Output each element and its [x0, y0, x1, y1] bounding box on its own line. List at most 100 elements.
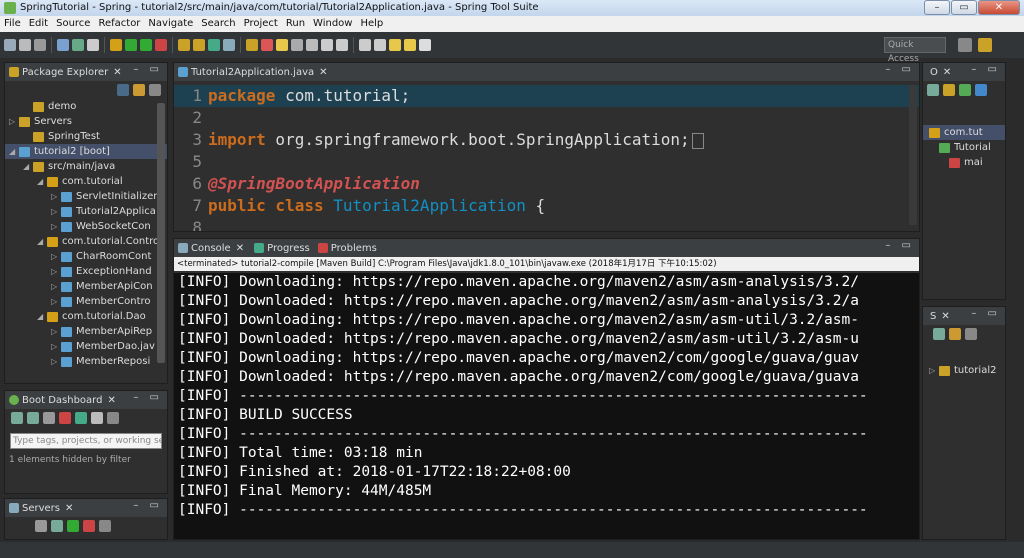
- open-folder-icon[interactable]: [246, 39, 258, 51]
- tree-item[interactable]: ◢ com.tutorial.Contro: [5, 234, 167, 249]
- outline-item[interactable]: Tutorial: [923, 140, 1005, 155]
- tree-item[interactable]: ▷ MemberApiRep: [5, 324, 167, 339]
- view-controls[interactable]: – ▭: [885, 64, 915, 75]
- sort-icon[interactable]: [927, 84, 939, 96]
- editor-tab[interactable]: Tutorial2Application.java ✕ – ▭: [174, 63, 919, 81]
- expand-arrow-icon[interactable]: ▷: [51, 204, 61, 219]
- view-controls[interactable]: – ▭: [971, 308, 1001, 319]
- tree-item[interactable]: ▷ Tutorial2Applica: [5, 204, 167, 219]
- properties-icon[interactable]: [57, 39, 69, 51]
- save-all-icon[interactable]: [34, 39, 46, 51]
- debug-start-icon[interactable]: [27, 412, 39, 424]
- block-selection-icon[interactable]: [321, 39, 333, 51]
- outline-tab[interactable]: O ✕ – ▭: [923, 63, 1005, 81]
- start-icon[interactable]: [11, 412, 23, 424]
- menu-help[interactable]: Help: [356, 16, 387, 32]
- expand-arrow-icon[interactable]: ▷: [9, 114, 19, 129]
- expand-arrow-icon[interactable]: ▷: [51, 189, 61, 204]
- menu-refactor[interactable]: Refactor: [94, 16, 144, 32]
- forward-icon[interactable]: [404, 39, 416, 51]
- expand-arrow-icon[interactable]: ◢: [37, 309, 47, 324]
- tree-item[interactable]: ▷ ServletInitializer: [5, 189, 167, 204]
- run-last-icon[interactable]: [140, 39, 152, 51]
- show-whitespace-icon[interactable]: [336, 39, 348, 51]
- expand-arrow-icon[interactable]: ▷: [929, 363, 939, 378]
- menu-project[interactable]: Project: [240, 16, 282, 32]
- pin-icon[interactable]: [291, 39, 303, 51]
- expand-arrow-icon[interactable]: ▷: [51, 324, 61, 339]
- view-menu-icon[interactable]: [965, 328, 977, 340]
- hide-static-icon[interactable]: [959, 84, 971, 96]
- view-menu-icon[interactable]: [149, 84, 161, 96]
- menu-icon[interactable]: [107, 412, 119, 424]
- search-icon[interactable]: [276, 39, 288, 51]
- tab-progress[interactable]: Progress: [267, 243, 310, 254]
- menu-file[interactable]: File: [0, 16, 25, 32]
- save-icon[interactable]: [19, 39, 31, 51]
- menu-search[interactable]: Search: [197, 16, 239, 32]
- tree-item[interactable]: ◢ com.tutorial: [5, 174, 167, 189]
- open-browser-icon[interactable]: [59, 412, 71, 424]
- package-explorer-tab[interactable]: Package Explorer ✕ – ▭: [5, 63, 167, 81]
- expand-arrow-icon[interactable]: ▷: [51, 339, 61, 354]
- menu-run[interactable]: Run: [282, 16, 309, 32]
- editor-scrollbar[interactable]: [909, 85, 917, 225]
- view-controls[interactable]: – ▭: [133, 392, 163, 403]
- code-area[interactable]: 1 package com.tutorial; 2 3 import org.sprin…: [174, 85, 919, 231]
- close-tab-icon[interactable]: ✕: [65, 503, 73, 514]
- link-with-editor-icon[interactable]: [133, 84, 145, 96]
- tree-item[interactable]: ◢ com.tutorial.Dao: [5, 309, 167, 324]
- next-annotation-icon[interactable]: [359, 39, 371, 51]
- expand-arrow-icon[interactable]: ▷: [51, 249, 61, 264]
- minimize-button[interactable]: –: [924, 0, 950, 15]
- outline-item[interactable]: com.tut: [923, 125, 1005, 140]
- close-tab-icon[interactable]: ✕: [941, 311, 949, 322]
- expand-arrow-icon[interactable]: ▷: [51, 279, 61, 294]
- back-icon[interactable]: [389, 39, 401, 51]
- debug-icon[interactable]: [110, 39, 122, 51]
- expand-arrow-icon[interactable]: ▷: [51, 294, 61, 309]
- tree-item[interactable]: ▷ MemberDao.jav: [5, 339, 167, 354]
- tab-console[interactable]: Console: [191, 243, 231, 254]
- previous-annotation-icon[interactable]: [374, 39, 386, 51]
- new-java-project-icon[interactable]: [178, 39, 190, 51]
- tree-item[interactable]: ◢ tutorial2 [boot]: [5, 144, 167, 159]
- quick-access-input[interactable]: Quick Access: [884, 37, 946, 64]
- menu-source[interactable]: Source: [52, 16, 94, 32]
- edit-icon[interactable]: [91, 412, 103, 424]
- terminal-icon[interactable]: [87, 39, 99, 51]
- spring-icon[interactable]: [72, 39, 84, 51]
- view-controls[interactable]: – ▭: [885, 240, 915, 251]
- new-icon[interactable]: [4, 39, 16, 51]
- tree-item[interactable]: ▷ WebSocketCon: [5, 219, 167, 234]
- expand-arrow-icon[interactable]: ◢: [37, 174, 47, 189]
- menu-icon[interactable]: [99, 520, 111, 532]
- start-server-icon[interactable]: [51, 520, 63, 532]
- spring-explorer-tab[interactable]: S ✕ – ▭: [923, 307, 1005, 325]
- run-icon[interactable]: [125, 39, 137, 51]
- stop-server-icon[interactable]: [83, 520, 95, 532]
- navigate-arrow-icon[interactable]: [419, 39, 431, 51]
- maximize-button[interactable]: ▭: [951, 0, 977, 15]
- new-package-icon[interactable]: [193, 39, 205, 51]
- spring-perspective-icon[interactable]: [978, 38, 992, 52]
- menu-edit[interactable]: Edit: [25, 16, 52, 32]
- boot-dashboard-tab[interactable]: Boot Dashboard ✕ – ▭: [5, 391, 167, 409]
- close-tab-icon[interactable]: ✕: [113, 67, 121, 78]
- collapse-all-icon[interactable]: [117, 84, 129, 96]
- mark-occurrences-icon[interactable]: [306, 39, 318, 51]
- servers-tab[interactable]: Servers ✕ – ▭: [5, 499, 167, 517]
- console-icon[interactable]: [75, 412, 87, 424]
- tree-item[interactable]: ▷ MemberApiCon: [5, 279, 167, 294]
- expand-arrow-icon[interactable]: ◢: [9, 144, 19, 159]
- menu-window[interactable]: Window: [309, 16, 356, 32]
- open-perspective-icon[interactable]: [958, 38, 972, 52]
- close-tab-icon[interactable]: ✕: [943, 67, 951, 78]
- new-server-icon[interactable]: [35, 520, 47, 532]
- tree-scrollbar[interactable]: [157, 103, 165, 363]
- menu-navigate[interactable]: Navigate: [144, 16, 197, 32]
- close-editor-icon[interactable]: ✕: [319, 67, 327, 78]
- outline-item[interactable]: mai: [923, 155, 1005, 170]
- external-tools-icon[interactable]: [155, 39, 167, 51]
- tab-problems[interactable]: Problems: [331, 243, 377, 254]
